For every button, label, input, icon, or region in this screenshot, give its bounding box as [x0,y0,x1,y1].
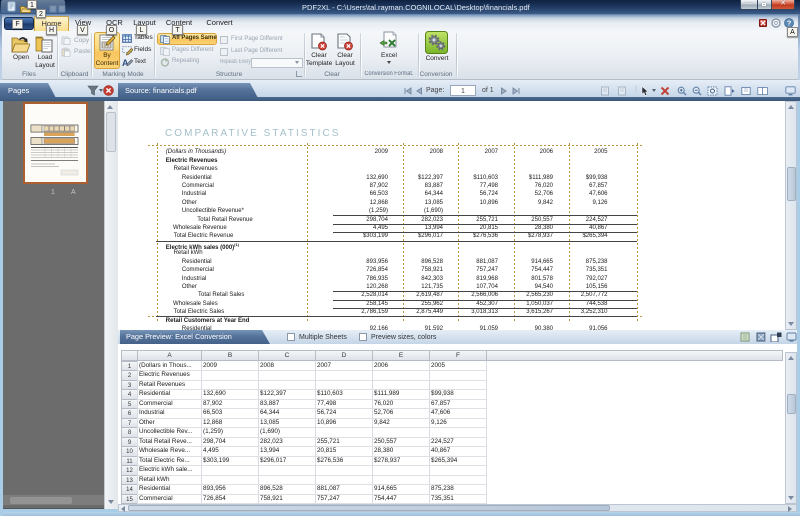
svg-text:A: A [122,58,129,67]
